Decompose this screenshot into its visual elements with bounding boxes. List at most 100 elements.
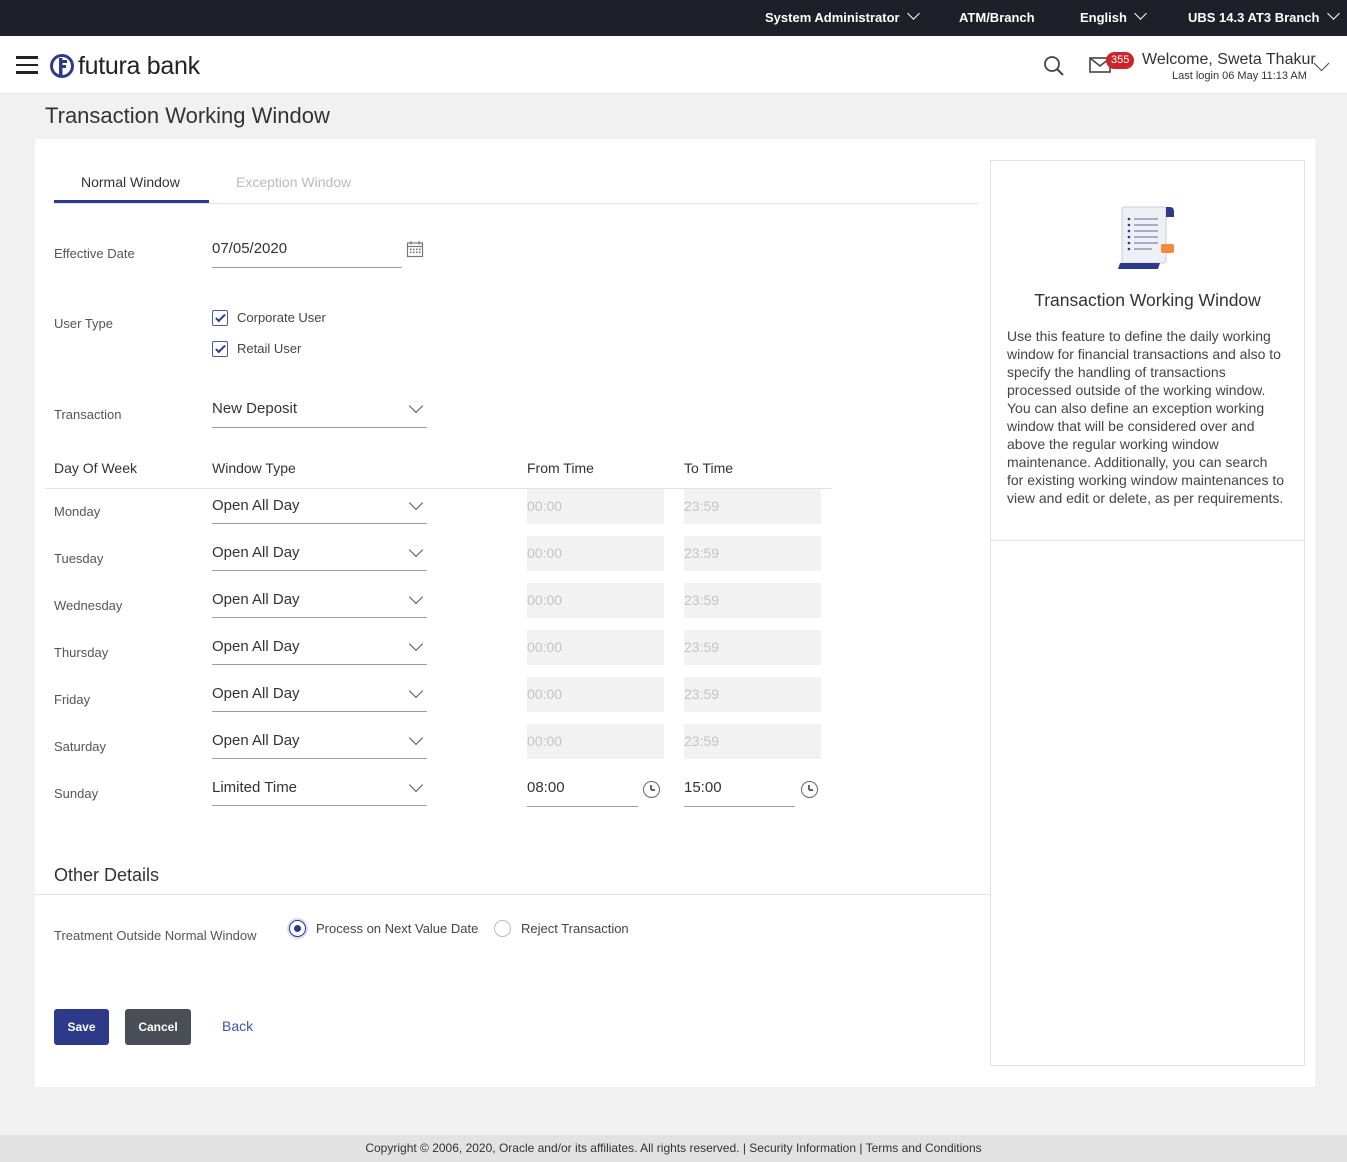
role-selector[interactable]: System Administrator (765, 0, 920, 36)
reject-transaction-label: Reject Transaction (521, 921, 629, 936)
tab-exception-window[interactable]: Exception Window (236, 174, 351, 190)
from-time-header: From Time (527, 460, 594, 476)
window-type-header: Window Type (212, 460, 296, 476)
logo[interactable]: futura bank (50, 52, 200, 80)
back-link[interactable]: Back (222, 1018, 253, 1034)
entity-label: UBS 14.3 AT3 Branch (1188, 10, 1320, 25)
window-type-select[interactable]: Open All Day (212, 497, 300, 514)
to-time-value: 23:59 (684, 686, 720, 702)
footer: Copyright © 2006, 2020, Oracle and/or it… (0, 1135, 1347, 1162)
window-type-underline (212, 523, 427, 524)
window-type-underline (212, 570, 427, 571)
to-time-input: 23:59 (684, 724, 821, 759)
from-time-input: 00:00 (527, 583, 664, 618)
from-time-value: 00:00 (527, 686, 563, 702)
clock-icon[interactable] (643, 781, 660, 798)
terms-link[interactable]: Terms and Conditions (866, 1141, 982, 1155)
day-of-week-header: Day Of Week (54, 460, 137, 476)
window-type-underline (212, 711, 427, 712)
welcome-text[interactable]: Welcome, Sweta Thakur (1142, 51, 1316, 69)
from-time-underline (527, 806, 638, 807)
day-label: Tuesday (54, 551, 104, 566)
corporate-user-checkbox[interactable] (212, 310, 228, 326)
to-time-value: 23:59 (684, 592, 720, 608)
to-time-input: 23:59 (684, 536, 821, 571)
reject-transaction-radio[interactable] (494, 920, 511, 937)
from-time-input: 00:00 (527, 677, 664, 712)
help-title: Transaction Working Window (1034, 290, 1261, 310)
chevron-down-icon[interactable] (1313, 55, 1330, 72)
top-bar: System Administrator ATM/Branch English … (0, 0, 1347, 36)
save-button[interactable]: Save (54, 1009, 109, 1045)
day-label: Friday (54, 692, 91, 707)
corporate-user-label: Corporate User (237, 310, 326, 325)
window-type-select[interactable]: Open All Day (212, 732, 300, 749)
user-type-label: User Type (54, 316, 114, 331)
window-type-select[interactable]: Open All Day (212, 685, 300, 702)
to-time-value: 23:59 (684, 733, 720, 749)
calendar-icon[interactable] (406, 240, 424, 258)
from-time-input[interactable]: 08:00 (527, 779, 565, 796)
page-title: Transaction Working Window (45, 103, 330, 128)
security-information-link[interactable]: Security Information (749, 1141, 856, 1155)
window-type-select[interactable]: Open All Day (212, 544, 300, 561)
from-time-value: 00:00 (527, 545, 563, 561)
role-label: System Administrator (765, 10, 900, 25)
window-type-underline (212, 758, 427, 759)
to-time-value: 23:59 (684, 498, 720, 514)
day-label: Thursday (54, 645, 109, 660)
day-label: Saturday (54, 739, 107, 754)
to-time-value: 23:59 (684, 639, 720, 655)
day-label: Wednesday (54, 598, 123, 613)
from-time-value: 00:00 (527, 592, 563, 608)
retail-user-checkbox[interactable] (212, 341, 228, 357)
retail-user-label: Retail User (237, 341, 302, 356)
notification-badge[interactable]: 355 (1106, 52, 1135, 69)
window-type-underline (212, 805, 427, 806)
chevron-down-icon (1326, 7, 1340, 20)
logo-text: futura bank (78, 51, 200, 80)
transaction-select[interactable]: New Deposit (212, 400, 297, 417)
clock-icon[interactable] (801, 781, 818, 798)
window-type-underline (212, 664, 427, 665)
to-time-value: 23:59 (684, 545, 720, 561)
menu-icon[interactable] (16, 56, 38, 74)
to-time-input[interactable]: 15:00 (684, 779, 722, 796)
effective-date-label: Effective Date (54, 246, 135, 261)
window-type-select[interactable]: Limited Time (212, 779, 297, 796)
from-time-input: 00:00 (527, 724, 664, 759)
from-time-input: 00:00 (527, 489, 664, 524)
futura-bank-logo-icon (50, 54, 74, 78)
to-time-header: To Time (684, 460, 734, 476)
to-time-input: 23:59 (684, 489, 821, 524)
language-label: English (1080, 10, 1127, 25)
to-time-input: 23:59 (684, 630, 821, 665)
branch-link[interactable]: ATM/Branch (959, 0, 1035, 36)
process-next-value-date-label: Process on Next Value Date (316, 921, 479, 936)
from-time-input: 00:00 (527, 536, 664, 571)
language-selector[interactable]: English (1080, 0, 1147, 36)
chevron-down-icon (906, 7, 920, 20)
from-time-value: 00:00 (527, 498, 563, 514)
search-icon[interactable] (1043, 55, 1065, 77)
transaction-underline (212, 427, 427, 428)
entity-selector[interactable]: UBS 14.3 AT3 Branch (1188, 0, 1340, 36)
document-icon (1118, 206, 1174, 269)
to-time-underline (684, 806, 795, 807)
transaction-label: Transaction (54, 407, 122, 422)
other-details-title: Other Details (54, 865, 160, 885)
day-label: Monday (54, 504, 101, 519)
from-time-value: 00:00 (527, 733, 563, 749)
copyright-text: Copyright © 2006, 2020, Oracle and/or it… (365, 1141, 740, 1155)
window-type-select[interactable]: Open All Day (212, 591, 300, 608)
to-time-input: 23:59 (684, 677, 821, 712)
help-description: Use this feature to define the daily wor… (1007, 328, 1285, 506)
day-label: Sunday (54, 786, 99, 801)
tab-normal-window[interactable]: Normal Window (81, 174, 180, 190)
effective-date-underline (212, 267, 402, 268)
cancel-button[interactable]: Cancel (125, 1009, 191, 1045)
window-type-select[interactable]: Open All Day (212, 638, 300, 655)
chevron-down-icon (1134, 7, 1147, 20)
effective-date-input[interactable]: 07/05/2020 (212, 240, 287, 257)
process-next-value-date-radio[interactable] (289, 920, 306, 937)
